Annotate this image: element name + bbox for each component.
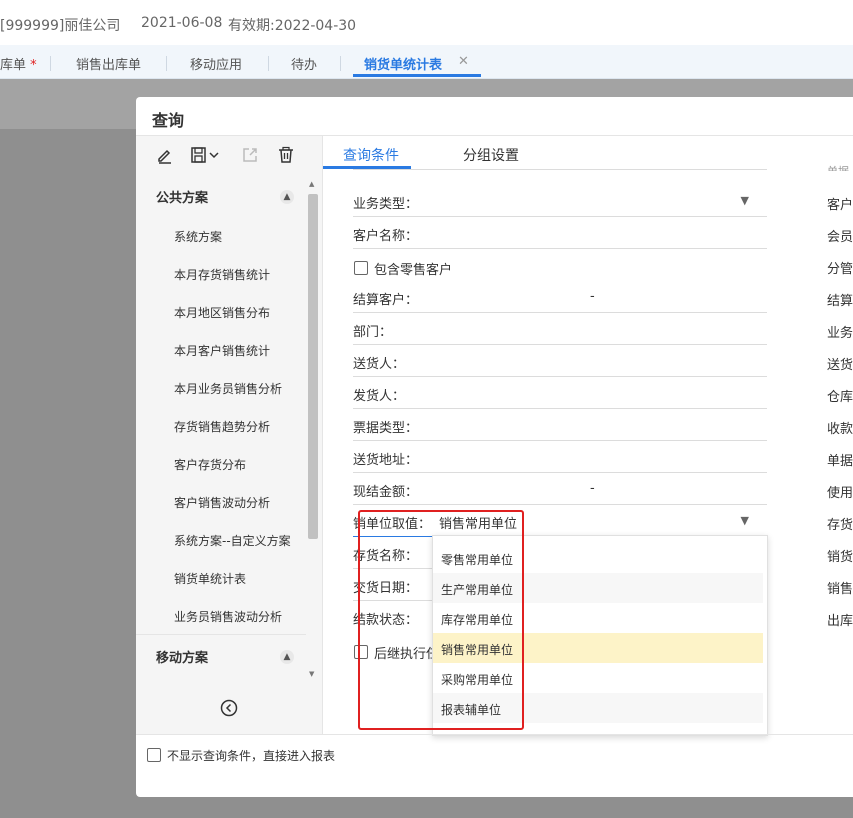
scheme-item[interactable]: 客户销售波动分析 (174, 494, 270, 511)
col2-label: 销售 (827, 582, 853, 597)
tab-separator (340, 56, 341, 71)
tab-separator (50, 56, 51, 71)
divider (136, 634, 306, 635)
chevron-up-icon[interactable]: ▲ (280, 190, 294, 204)
scheme-item[interactable]: 系统方案 (174, 228, 222, 245)
tab-separator (166, 56, 167, 71)
condition-tabs: 查询条件 分组设置 (323, 136, 853, 169)
delivery-person-field[interactable]: 送货人： (353, 345, 767, 377)
divider (353, 169, 767, 170)
pencil-icon[interactable] (156, 146, 174, 164)
cash-amount-field[interactable]: 现结金额： - (353, 473, 767, 505)
col2-label: 单据 (827, 454, 853, 469)
col2-label: 送货 (827, 358, 853, 373)
export-icon[interactable] (241, 146, 259, 164)
top-bar: [999999]丽佳公司 2021-06-08 有效期:2022-04-30 (0, 0, 853, 45)
tab-sales-outbound[interactable]: 销售出库单 (76, 54, 141, 73)
business-type-field[interactable]: 业务类型： ▼ (353, 185, 767, 217)
shipper-field[interactable]: 发货人： (353, 377, 767, 409)
department-field[interactable]: 部门： (353, 313, 767, 345)
tab-sales-statistics[interactable]: 销货单统计表 (364, 54, 442, 73)
col2-label: 使用 (827, 486, 853, 501)
document-type-field[interactable]: 票据类型： (353, 409, 767, 441)
delivery-address-field[interactable]: 送货地址： (353, 441, 767, 473)
active-tab-indicator (353, 74, 481, 77)
scheme-item[interactable]: 客户存货分布 (174, 456, 246, 473)
trash-icon[interactable] (277, 146, 295, 164)
tab-inventory-doc[interactable]: 库单 * (0, 54, 37, 73)
customer-name-field[interactable]: 客户名称： (353, 217, 767, 249)
circle-chevron-left-icon[interactable] (220, 699, 238, 717)
dialog-title: 查询 (152, 111, 185, 130)
col2-label: 仓库 (827, 390, 853, 405)
include-retail-checkbox[interactable] (354, 261, 368, 275)
scheme-item[interactable]: 业务员销售波动分析 (174, 608, 282, 625)
skip-query-checkbox[interactable] (147, 748, 161, 762)
tab-group-settings[interactable]: 分组设置 (463, 145, 519, 165)
include-retail-label: 包含零售客户 (374, 263, 453, 278)
scheme-item[interactable]: 本月业务员销售分析 (174, 380, 282, 397)
col2-label: 出库 (827, 614, 853, 629)
scheme-item[interactable]: 本月存货销售统计 (174, 266, 270, 283)
chevron-down-icon[interactable]: ▼ (741, 514, 749, 527)
scheme-item[interactable]: 本月地区销售分布 (174, 304, 270, 321)
section-title-mobile: 移动方案 (156, 651, 209, 666)
divider (136, 734, 853, 735)
col2-label: 会员 (827, 230, 853, 245)
save-icon[interactable] (190, 146, 208, 164)
scheme-item[interactable]: 本月客户销售统计 (174, 342, 270, 359)
scheme-panel: 公共方案 ▲ 系统方案 本月存货销售统计 本月地区销售分布 本月客户销售统计 本… (136, 136, 323, 734)
col2-label: 业务 (827, 326, 853, 341)
tab-separator (268, 56, 269, 71)
col2-label: 收款 (827, 422, 853, 437)
expiry-date: 有效期:2022-04-30 (228, 18, 357, 34)
col2-label: 分管 (827, 262, 853, 277)
scheme-item[interactable]: 销货单统计表 (174, 570, 246, 587)
scheme-item[interactable]: 系统方案--自定义方案 (174, 532, 291, 549)
annotation-highlight-box (358, 510, 524, 730)
chevron-down-icon[interactable]: ▼ (741, 194, 749, 207)
col2-label: 销货 (827, 550, 853, 565)
col2-label: 存货 (827, 518, 853, 533)
tab-query-conditions[interactable]: 查询条件 (343, 145, 399, 165)
chevron-up-icon[interactable]: ▲ (280, 650, 294, 664)
close-icon[interactable]: ✕ (458, 54, 469, 69)
login-date: 2021-06-08 (141, 15, 223, 31)
chevron-down-icon[interactable] (209, 151, 219, 159)
scheme-item[interactable]: 存货销售趋势分析 (174, 418, 270, 435)
tab-todo[interactable]: 待办 (291, 54, 317, 73)
tab-mobile-app[interactable]: 移动应用 (190, 54, 242, 73)
scroll-up-icon[interactable]: ▲ (309, 180, 314, 188)
settlement-customer-field[interactable]: 结算客户： - (353, 281, 767, 313)
col2-label: 客户 (827, 198, 853, 213)
scroll-down-icon[interactable]: ▼ (309, 670, 314, 678)
skip-query-label: 不显示查询条件，直接进入报表 (167, 749, 336, 763)
scrollbar-thumb[interactable] (308, 194, 318, 539)
col2-label: 单据 (827, 163, 849, 171)
section-title-public: 公共方案 (156, 191, 209, 206)
company-name: [999999]丽佳公司 (0, 18, 121, 34)
col2-label: 结算 (827, 294, 853, 309)
